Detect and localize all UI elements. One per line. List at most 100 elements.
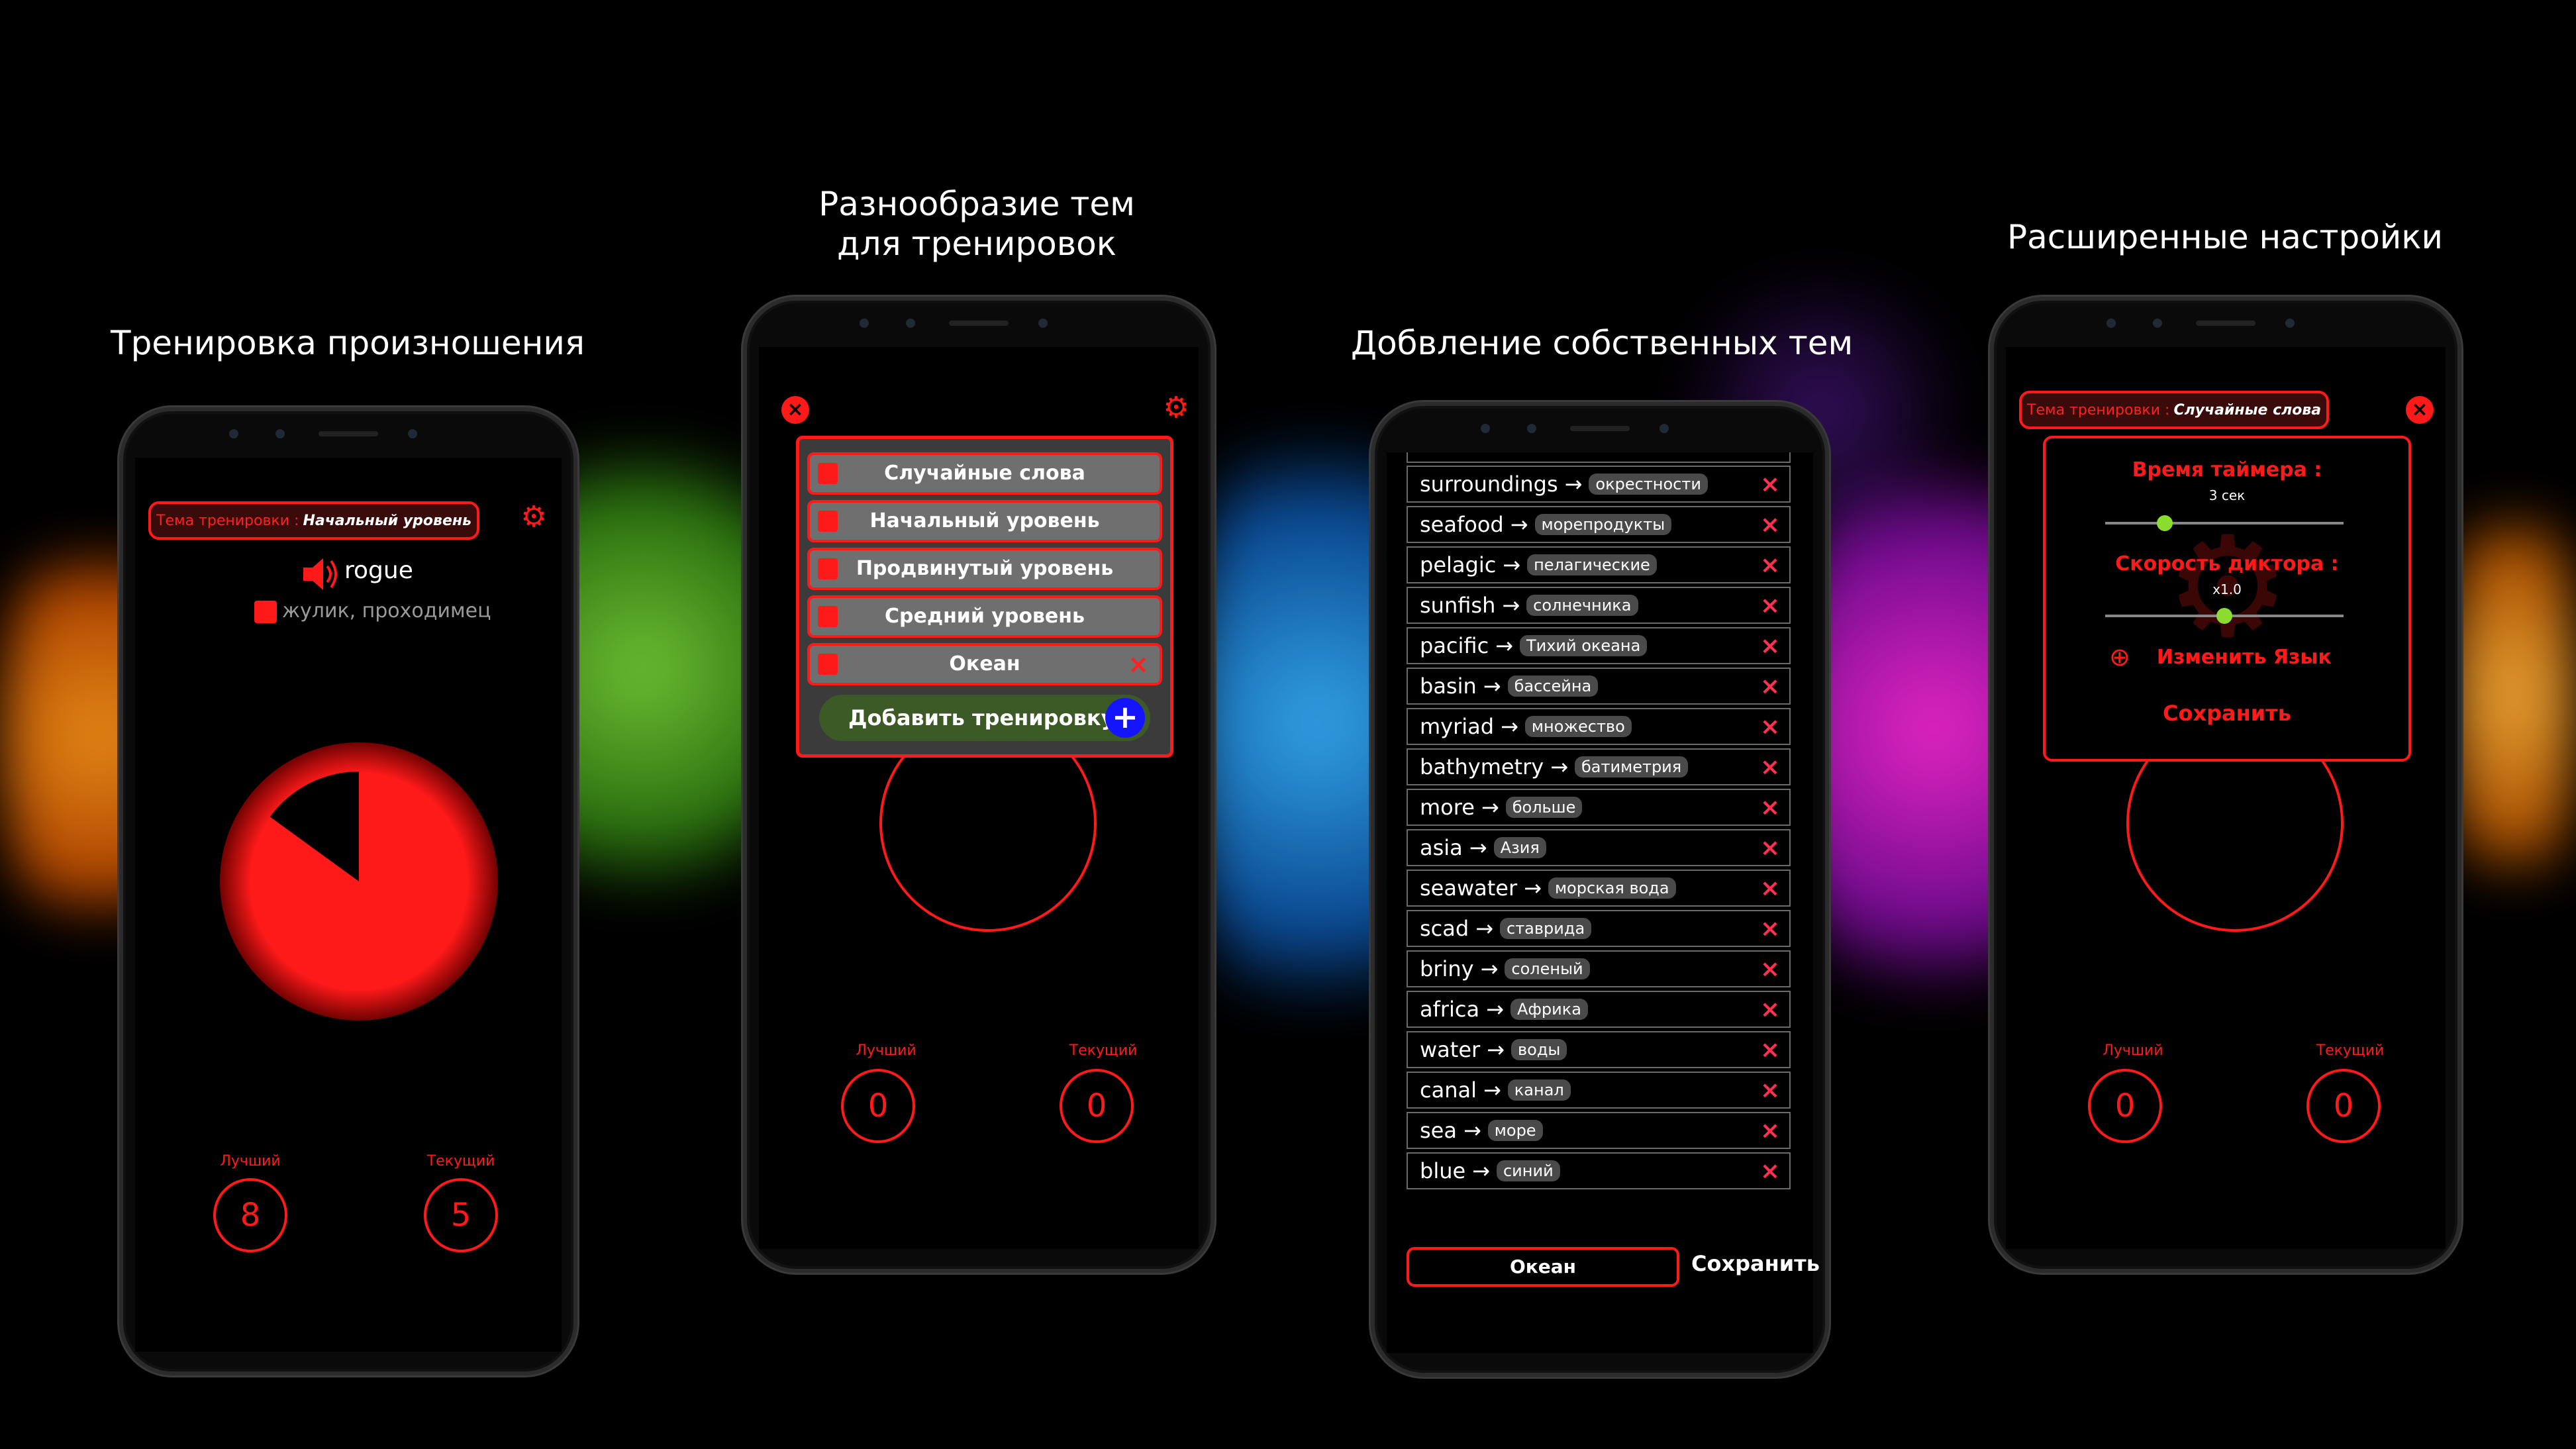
- word-en: pelagic: [1420, 552, 1497, 577]
- delete-icon[interactable]: ×: [1760, 552, 1780, 579]
- timer-value: 3 сек: [2208, 487, 2246, 503]
- word-en: africa: [1420, 997, 1480, 1022]
- current-score: 5: [424, 1178, 498, 1252]
- current-label: Текущий: [2316, 1042, 2385, 1059]
- word-ru: ставрида: [1500, 918, 1592, 939]
- word-en: more: [1420, 795, 1475, 820]
- speed-label: Скорость диктора :: [2115, 552, 2339, 575]
- headline-themes-line1: Разнообразие тем: [818, 185, 1135, 223]
- delete-icon[interactable]: ×: [1760, 996, 1780, 1023]
- save-button[interactable]: Сохранить: [2046, 701, 2408, 726]
- theme-item-label: Океан: [949, 652, 1020, 675]
- word-ru: бассейна: [1507, 675, 1599, 697]
- delete-icon[interactable]: ×: [1760, 471, 1780, 498]
- gear-icon[interactable]: ⚙: [1162, 393, 1191, 423]
- phone-notch: [860, 315, 1098, 331]
- add-training-button[interactable]: Добавить тренировку +: [819, 695, 1150, 741]
- delete-icon[interactable]: ×: [1760, 875, 1780, 902]
- theme-item[interactable]: Начальный уровень: [807, 500, 1162, 542]
- language-label: Изменить Язык: [2156, 645, 2332, 669]
- best-label: Лучший: [220, 1153, 281, 1170]
- theme-icon: [818, 463, 838, 484]
- word-ru: Азия: [1493, 837, 1546, 858]
- theme-item[interactable]: Океан ×: [807, 643, 1162, 685]
- theme-item[interactable]: Средний уровень: [807, 595, 1162, 638]
- delete-icon[interactable]: ×: [1760, 794, 1780, 821]
- timer-pie[interactable]: [246, 769, 471, 994]
- word-list[interactable]: seas surroundings→ окрестности× seafood→…: [1387, 452, 1813, 1221]
- word-row: africa → Африка ×: [1407, 991, 1791, 1028]
- theme-item-label: Начальный уровень: [869, 509, 1100, 532]
- delete-icon[interactable]: ×: [1760, 956, 1780, 983]
- word-ru: Тихий океана: [1519, 635, 1648, 656]
- translation-text: жулик, проходимец: [282, 599, 491, 623]
- timer-slider[interactable]: [2105, 515, 2344, 531]
- word-ru: батиметрия: [1575, 756, 1689, 777]
- delete-icon[interactable]: ×: [1760, 713, 1780, 740]
- best-label: Лучший: [2103, 1042, 2163, 1059]
- word-en: briny: [1420, 956, 1474, 981]
- delete-icon[interactable]: ×: [1760, 1077, 1780, 1104]
- delete-icon[interactable]: ×: [1760, 1117, 1780, 1144]
- word-ru: Африка: [1510, 999, 1588, 1020]
- word-row: asia → Азия ×: [1407, 829, 1791, 866]
- delete-icon[interactable]: ×: [1760, 592, 1780, 619]
- word-row: sunfish → солнечника ×: [1407, 587, 1791, 624]
- theme-icon: [818, 558, 838, 579]
- best-score: 8: [213, 1178, 287, 1252]
- theme-icon: [818, 606, 838, 627]
- delete-icon[interactable]: ×: [1128, 646, 1149, 683]
- headline-own-themes: Добвление собственных тем: [1351, 324, 1854, 362]
- speaker-icon[interactable]: [301, 556, 340, 593]
- screen: Тема тренировки : Начальный уровень ⚙ ro…: [135, 458, 562, 1352]
- delete-icon[interactable]: ×: [1760, 673, 1780, 700]
- phone-settings: Тема тренировки : Случайные слова × ⚙ Вр…: [1990, 297, 2461, 1273]
- word-row: surroundings → окрестности ×: [1407, 466, 1791, 503]
- screen: Тема тренировки : Случайные слова × ⚙ Вр…: [2006, 347, 2446, 1249]
- word-en: sea: [1420, 1118, 1457, 1143]
- language-button[interactable]: ⊕ Изменить Язык: [2109, 641, 2348, 673]
- delete-icon[interactable]: ×: [1760, 915, 1780, 942]
- gear-icon[interactable]: ⚙: [519, 503, 548, 532]
- phone-own-themes: seas surroundings→ окрестности× seafood→…: [1371, 402, 1829, 1377]
- delete-icon[interactable]: ×: [1760, 1158, 1780, 1185]
- word-ru: соленый: [1505, 958, 1590, 979]
- theme-pill[interactable]: Тема тренировки : Начальный уровень: [148, 501, 479, 540]
- delete-icon[interactable]: ×: [1760, 511, 1780, 538]
- theme-item[interactable]: Случайные слова: [807, 452, 1162, 495]
- close-icon[interactable]: ×: [781, 396, 809, 424]
- word-en: canal: [1420, 1077, 1477, 1103]
- word-row: blue → синий ×: [1407, 1152, 1791, 1189]
- theme-item[interactable]: Продвинутый уровень: [807, 548, 1162, 590]
- theme-icon: [818, 511, 838, 532]
- slider-knob[interactable]: [2216, 608, 2232, 624]
- theme-name-input[interactable]: Океан: [1407, 1247, 1679, 1287]
- theme-menu: Случайные слова Начальный уровень Продви…: [796, 436, 1173, 758]
- save-button[interactable]: Сохранить: [1691, 1251, 1820, 1276]
- word-ru: морепродукты: [1534, 514, 1672, 535]
- theme-value: Начальный уровень: [303, 512, 471, 529]
- add-training-label: Добавить тренировку: [848, 705, 1115, 730]
- phone-themes: × ⚙ Случайные слова Начальный уровень Пр…: [743, 297, 1214, 1273]
- delete-icon[interactable]: ×: [1760, 632, 1780, 660]
- close-icon[interactable]: ×: [2406, 396, 2434, 424]
- word-text: rogue: [344, 557, 413, 584]
- delete-icon[interactable]: ×: [1760, 754, 1780, 781]
- current-score: 0: [1060, 1069, 1134, 1143]
- speed-value: x1.0: [2212, 581, 2242, 597]
- delete-icon[interactable]: ×: [1760, 1036, 1780, 1064]
- delete-icon[interactable]: ×: [1760, 834, 1780, 862]
- word-row: bathymetry → батиметрия ×: [1407, 748, 1791, 785]
- word-ru: множество: [1524, 716, 1632, 737]
- theme-icon: [818, 654, 838, 675]
- timer-label: Время таймера :: [2132, 458, 2322, 481]
- slider-knob[interactable]: [2157, 515, 2173, 531]
- word-row: sea → море ×: [1407, 1112, 1791, 1149]
- theme-pill[interactable]: Тема тренировки : Случайные слова: [2019, 391, 2330, 429]
- word-ru: морская вода: [1548, 877, 1676, 899]
- word-ru: пелагические: [1527, 554, 1657, 575]
- speed-slider[interactable]: [2105, 608, 2344, 624]
- headline-themes-line2: для тренировок: [837, 225, 1116, 263]
- smoke-orange-right: [2450, 464, 2576, 927]
- word-row: more → больше ×: [1407, 789, 1791, 826]
